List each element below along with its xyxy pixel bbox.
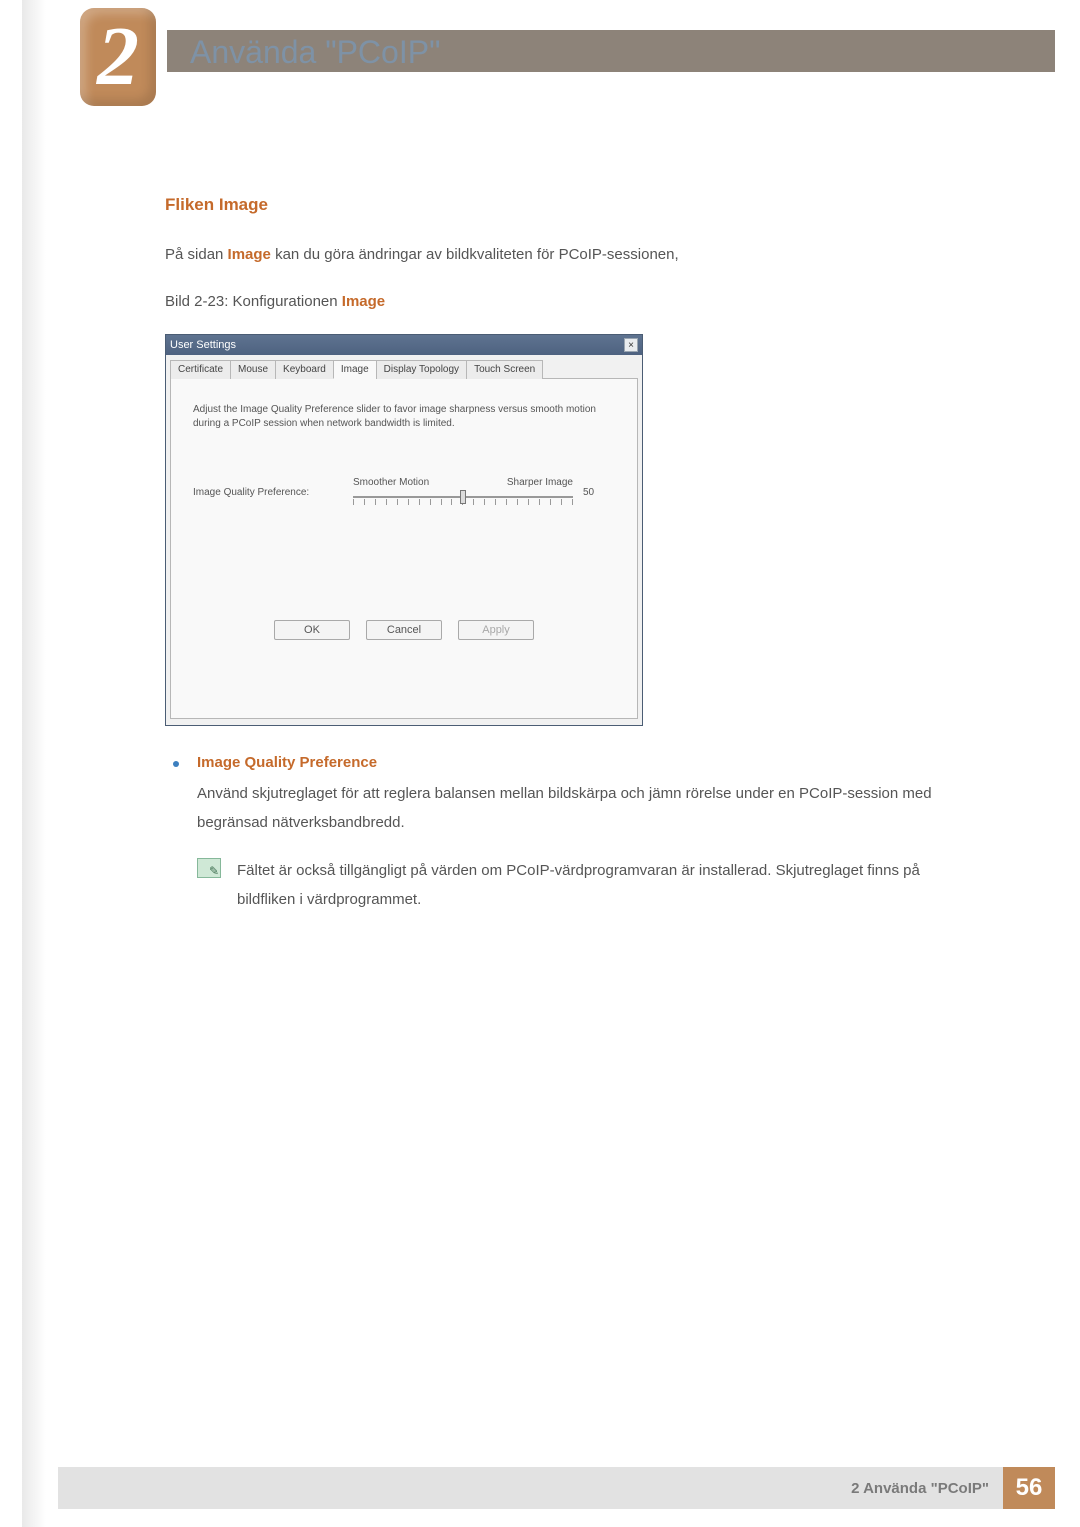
slider-thumb[interactable] xyxy=(460,490,466,504)
slider-label: Image Quality Preference: xyxy=(193,477,353,498)
footer: 2 Använda "PCoIP" 56 xyxy=(58,1467,1055,1509)
tab-certificate[interactable]: Certificate xyxy=(170,360,231,379)
tab-mouse[interactable]: Mouse xyxy=(230,360,276,379)
note-icon xyxy=(197,858,221,878)
note-row: Fältet är också tillgängligt på värden o… xyxy=(197,856,965,915)
figure-caption: Bild 2-23: Konfigurationen Image xyxy=(165,288,965,317)
chapter-badge: 2 xyxy=(80,8,156,106)
page-number: 56 xyxy=(1003,1467,1055,1509)
cancel-button[interactable]: Cancel xyxy=(366,620,442,640)
close-icon[interactable]: × xyxy=(624,338,638,352)
slider-right-label: Sharper Image xyxy=(507,477,573,488)
dialog-titlebar: User Settings × xyxy=(166,335,642,355)
tab-touch-screen[interactable]: Touch Screen xyxy=(466,360,543,379)
section-title: Fliken Image xyxy=(165,195,965,215)
tab-display-topology[interactable]: Display Topology xyxy=(376,360,467,379)
apply-button[interactable]: Apply xyxy=(458,620,534,640)
slider-left-label: Smoother Motion xyxy=(353,477,429,488)
tab-pane-image: Adjust the Image Quality Preference slid… xyxy=(170,379,638,719)
intro-posttext: kan du göra ändringar av bildkvaliteten … xyxy=(271,246,679,263)
bullet-text: Använd skjutreglaget för att reglera bal… xyxy=(197,779,965,838)
chapter-number: 2 xyxy=(97,15,139,99)
dialog-tabs: Certificate Mouse Keyboard Image Display… xyxy=(170,359,638,379)
dialog-title: User Settings xyxy=(170,339,236,351)
bullet-item: Image Quality Preference Använd skjutreg… xyxy=(165,754,965,838)
bullet-title: Image Quality Preference xyxy=(197,754,965,771)
user-settings-dialog: User Settings × Certificate Mouse Keyboa… xyxy=(165,334,643,726)
dialog-help-text: Adjust the Image Quality Preference slid… xyxy=(193,403,615,431)
ok-button[interactable]: OK xyxy=(274,620,350,640)
diagonal-stripe-decoration xyxy=(0,0,70,80)
figure-caption-pre: Bild 2-23: Konfigurationen xyxy=(165,293,342,310)
intro-paragraph: På sidan Image kan du göra ändringar av … xyxy=(165,241,965,270)
bullet-dot-icon xyxy=(173,761,179,767)
figure-caption-bold: Image xyxy=(342,293,385,310)
intro-bold: Image xyxy=(228,246,271,263)
intro-pretext: På sidan xyxy=(165,246,228,263)
left-edge-gradient xyxy=(22,0,46,1527)
footer-text: 2 Använda "PCoIP" xyxy=(58,1467,1003,1509)
quality-slider[interactable] xyxy=(353,492,573,510)
tab-image[interactable]: Image xyxy=(333,360,377,379)
slider-value: 50 xyxy=(573,477,594,498)
chapter-title: Använda "PCoIP" xyxy=(190,34,440,71)
tab-keyboard[interactable]: Keyboard xyxy=(275,360,334,379)
note-text: Fältet är också tillgängligt på värden o… xyxy=(237,856,965,915)
